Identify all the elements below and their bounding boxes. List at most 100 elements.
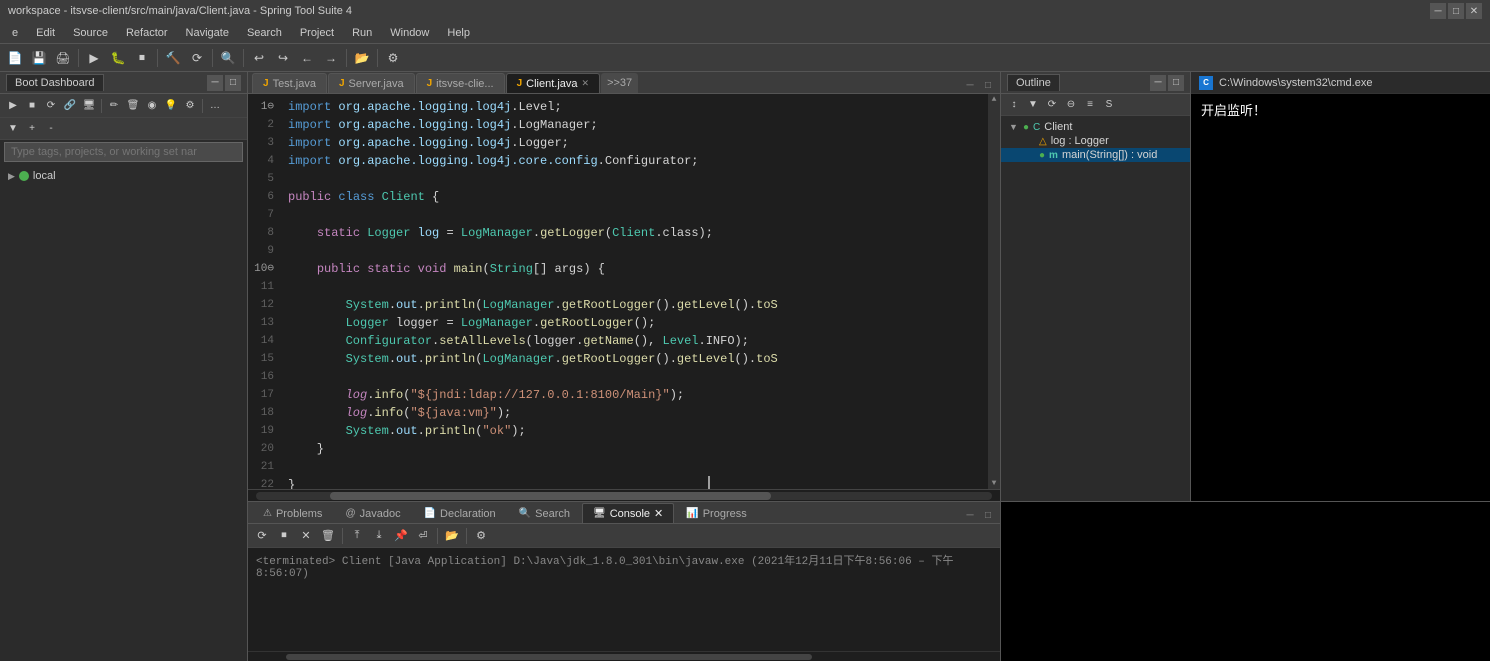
toolbar-debug-btn[interactable]: 🐛 [107,47,129,69]
menu-item-help[interactable]: Help [439,25,478,41]
tab-problems[interactable]: ⚠ Problems [252,503,333,523]
console-scroll-bottom-btn[interactable]: ⤓ [369,526,389,546]
console-clear-btn[interactable]: ⟳ [252,526,272,546]
console-word-wrap-btn[interactable]: ⏎ [413,526,433,546]
tab-progress[interactable]: 📊 Progress [675,503,757,523]
tab-close-client[interactable]: ✕ [582,78,590,89]
console-remove-btn[interactable]: 🗑 [318,526,338,546]
toolbar-stop-btn[interactable]: ⏹ [131,47,153,69]
console-scroll-top-btn[interactable]: ⤒ [347,526,367,546]
bd-delete-btn[interactable]: 🗑 [124,97,142,115]
outline-sort-btn[interactable]: ↕ [1005,96,1023,114]
menu-item-navigate[interactable]: Navigate [178,25,237,41]
outline-collapse-btn[interactable]: ⊖ [1062,96,1080,114]
tab-server-java[interactable]: J Server.java [328,73,415,93]
tab-console[interactable]: 🖥 Console ✕ [582,503,674,523]
console-open-console-btn[interactable]: 📂 [442,526,462,546]
editor-horizontal-scrollbar[interactable] [248,489,1000,501]
panel-maximize-btn[interactable]: □ [225,75,241,91]
bd-filter-btn[interactable]: ▼ [4,120,22,138]
console-horizontal-scrollbar[interactable] [248,651,1000,661]
outline-item-log-field[interactable]: △ log : Logger [1001,134,1190,148]
bd-start-btn[interactable]: ▶ [4,97,22,115]
line-12: 12 [248,296,274,314]
bd-settings-btn[interactable]: ⚙ [181,97,199,115]
bd-more-btn[interactable]: … [206,97,224,115]
menu-item-window[interactable]: Window [382,25,437,41]
scroll-up-btn[interactable]: ▲ [992,95,997,104]
bd-stop-btn[interactable]: ■ [23,97,41,115]
outline-fields-btn[interactable]: ≡ [1081,96,1099,114]
console-settings-btn[interactable]: ⚙ [471,526,491,546]
toolbar-save-btn[interactable]: 💾 [28,47,50,69]
outline-static-btn[interactable]: S [1100,96,1118,114]
tab-client-java[interactable]: J Client.java ✕ [506,73,600,93]
toolbar-new-btn[interactable]: 📄 [4,47,26,69]
menu-item-run[interactable]: Run [344,25,380,41]
menu-item-search[interactable]: Search [239,25,290,41]
menu-item-source[interactable]: Source [65,25,116,41]
scroll-down-btn[interactable]: ▼ [992,479,997,488]
bd-tree-item-local[interactable]: ▶ local [0,168,247,184]
bd-restart-btn[interactable]: ⟳ [42,97,60,115]
console-stop-btn[interactable]: ⏹ [274,526,294,546]
bottom-panel-minimize-btn[interactable]: ─ [962,507,978,523]
toolbar-perspective-btn[interactable]: ⚙ [382,47,404,69]
cmd-title-bar: C C:\Windows\system32\cmd.exe [1191,72,1490,94]
boot-dashboard-tab[interactable]: Boot Dashboard [6,74,104,91]
panel-minimize-btn[interactable]: ─ [207,75,223,91]
tab-test-java[interactable]: J Test.java [252,73,327,93]
toolbar-print-btn[interactable]: 🖨 [52,47,74,69]
menu-item-e[interactable]: e [4,25,26,41]
tab-overflow[interactable]: >>37 [601,73,638,93]
console-terminate-btn[interactable]: ✕ [296,526,316,546]
toolbar-undo-btn[interactable]: ↩ [248,47,270,69]
bd-circle-btn[interactable]: ◉ [143,97,161,115]
outline-item-main-method[interactable]: ● m main(String[]) : void [1001,148,1190,162]
menu-item-project[interactable]: Project [292,25,342,41]
vertical-scrollbar[interactable]: ▲ ▼ [988,94,1000,489]
toolbar-build-btn[interactable]: 🔨 [162,47,184,69]
editor-minimize-btn[interactable]: ─ [962,77,978,93]
bd-edit-btn[interactable]: ✏ [105,97,123,115]
outline-item-client-class[interactable]: ▼ ● C Client [1001,120,1190,134]
editor-maximize-btn[interactable]: □ [980,77,996,93]
outline-minimize-btn[interactable]: ─ [1150,75,1166,91]
console-content-area: <terminated> Client [Java Application] D… [248,548,1000,651]
console-tab-close[interactable]: ✕ [654,507,663,520]
maximize-button[interactable]: □ [1448,3,1464,19]
tab-itsvse[interactable]: J itsvse-clie... [416,73,505,93]
outline-maximize-btn[interactable]: □ [1168,75,1184,91]
bottom-panel-maximize-btn[interactable]: □ [980,507,996,523]
bd-console-btn[interactable]: 🖥 [80,97,98,115]
console-pin-btn[interactable]: 📌 [391,526,411,546]
bd-minus-btn[interactable]: - [42,120,60,138]
code-content[interactable]: import org.apache.logging.log4j.Level; i… [280,94,988,489]
outline-filter-btn[interactable]: ▼ [1024,96,1042,114]
toolbar-back-btn[interactable]: ← [296,47,318,69]
close-button[interactable]: ✕ [1466,3,1482,19]
tab-label-problems: Problems [276,508,322,520]
line-7: 7 [248,206,274,224]
bd-add-btn[interactable]: + [23,120,41,138]
toolbar-run-btn[interactable]: ▶ [83,47,105,69]
toolbar-redo-btn[interactable]: ↪ [272,47,294,69]
toolbar-search-btn[interactable]: 🔍 [217,47,239,69]
toolbar-refresh-btn[interactable]: ⟳ [186,47,208,69]
toolbar-forward-btn[interactable]: → [320,47,342,69]
menu-item-edit[interactable]: Edit [28,25,63,41]
outline-sync-btn[interactable]: ⟳ [1043,96,1061,114]
boot-dashboard-toolbar: ▶ ■ ⟳ 🔗 🖥 ✏ 🗑 ◉ 💡 ⚙ … [0,94,247,118]
outline-header-controls: ─ □ [1150,75,1184,91]
minimize-button[interactable]: ─ [1430,3,1446,19]
tab-javadoc[interactable]: @ Javadoc [334,503,411,523]
bd-bulb-btn[interactable]: 💡 [162,97,180,115]
tab-search[interactable]: 🔍 Search [508,503,581,523]
toolbar-open-btn[interactable]: 📂 [351,47,373,69]
outline-tab[interactable]: Outline [1007,74,1060,91]
bd-open-btn[interactable]: 🔗 [61,97,79,115]
code-line-9 [288,242,980,260]
menu-item-refactor[interactable]: Refactor [118,25,176,41]
tab-declaration[interactable]: 📄 Declaration [413,503,507,523]
boot-dashboard-search-input[interactable] [4,142,243,162]
